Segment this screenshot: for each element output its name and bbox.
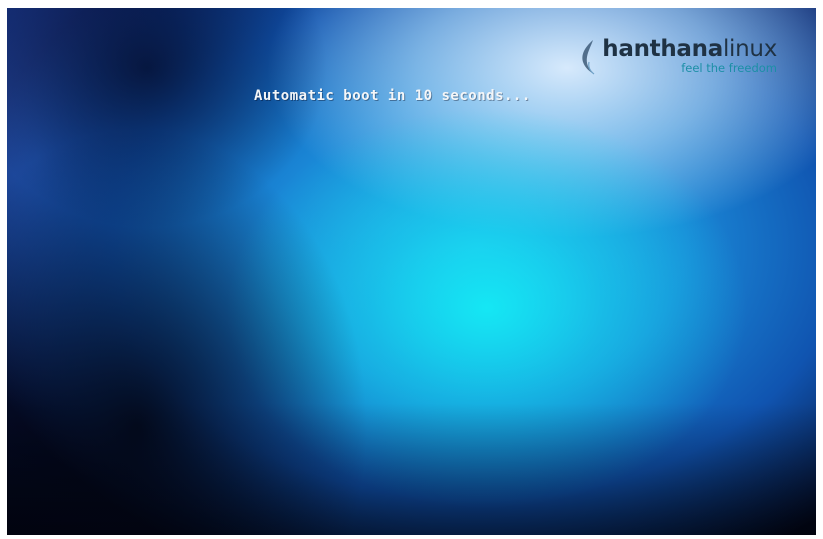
- boot-countdown-message: Automatic boot in 10 seconds...: [254, 88, 531, 104]
- hanthana-linux-logo: hanthanalinux feel the freedom: [582, 36, 777, 75]
- hanthana-leaf-icon: [582, 40, 595, 75]
- logo-wordmark-bold: hanthana: [602, 36, 723, 62]
- logo-wordmark: hanthanalinux: [602, 36, 777, 62]
- logo-wordmark-regular: linux: [722, 36, 777, 62]
- logo-tagline: feel the freedom: [681, 61, 777, 75]
- boot-splash-screen: Automatic boot in 10 seconds... hanthana…: [7, 8, 816, 535]
